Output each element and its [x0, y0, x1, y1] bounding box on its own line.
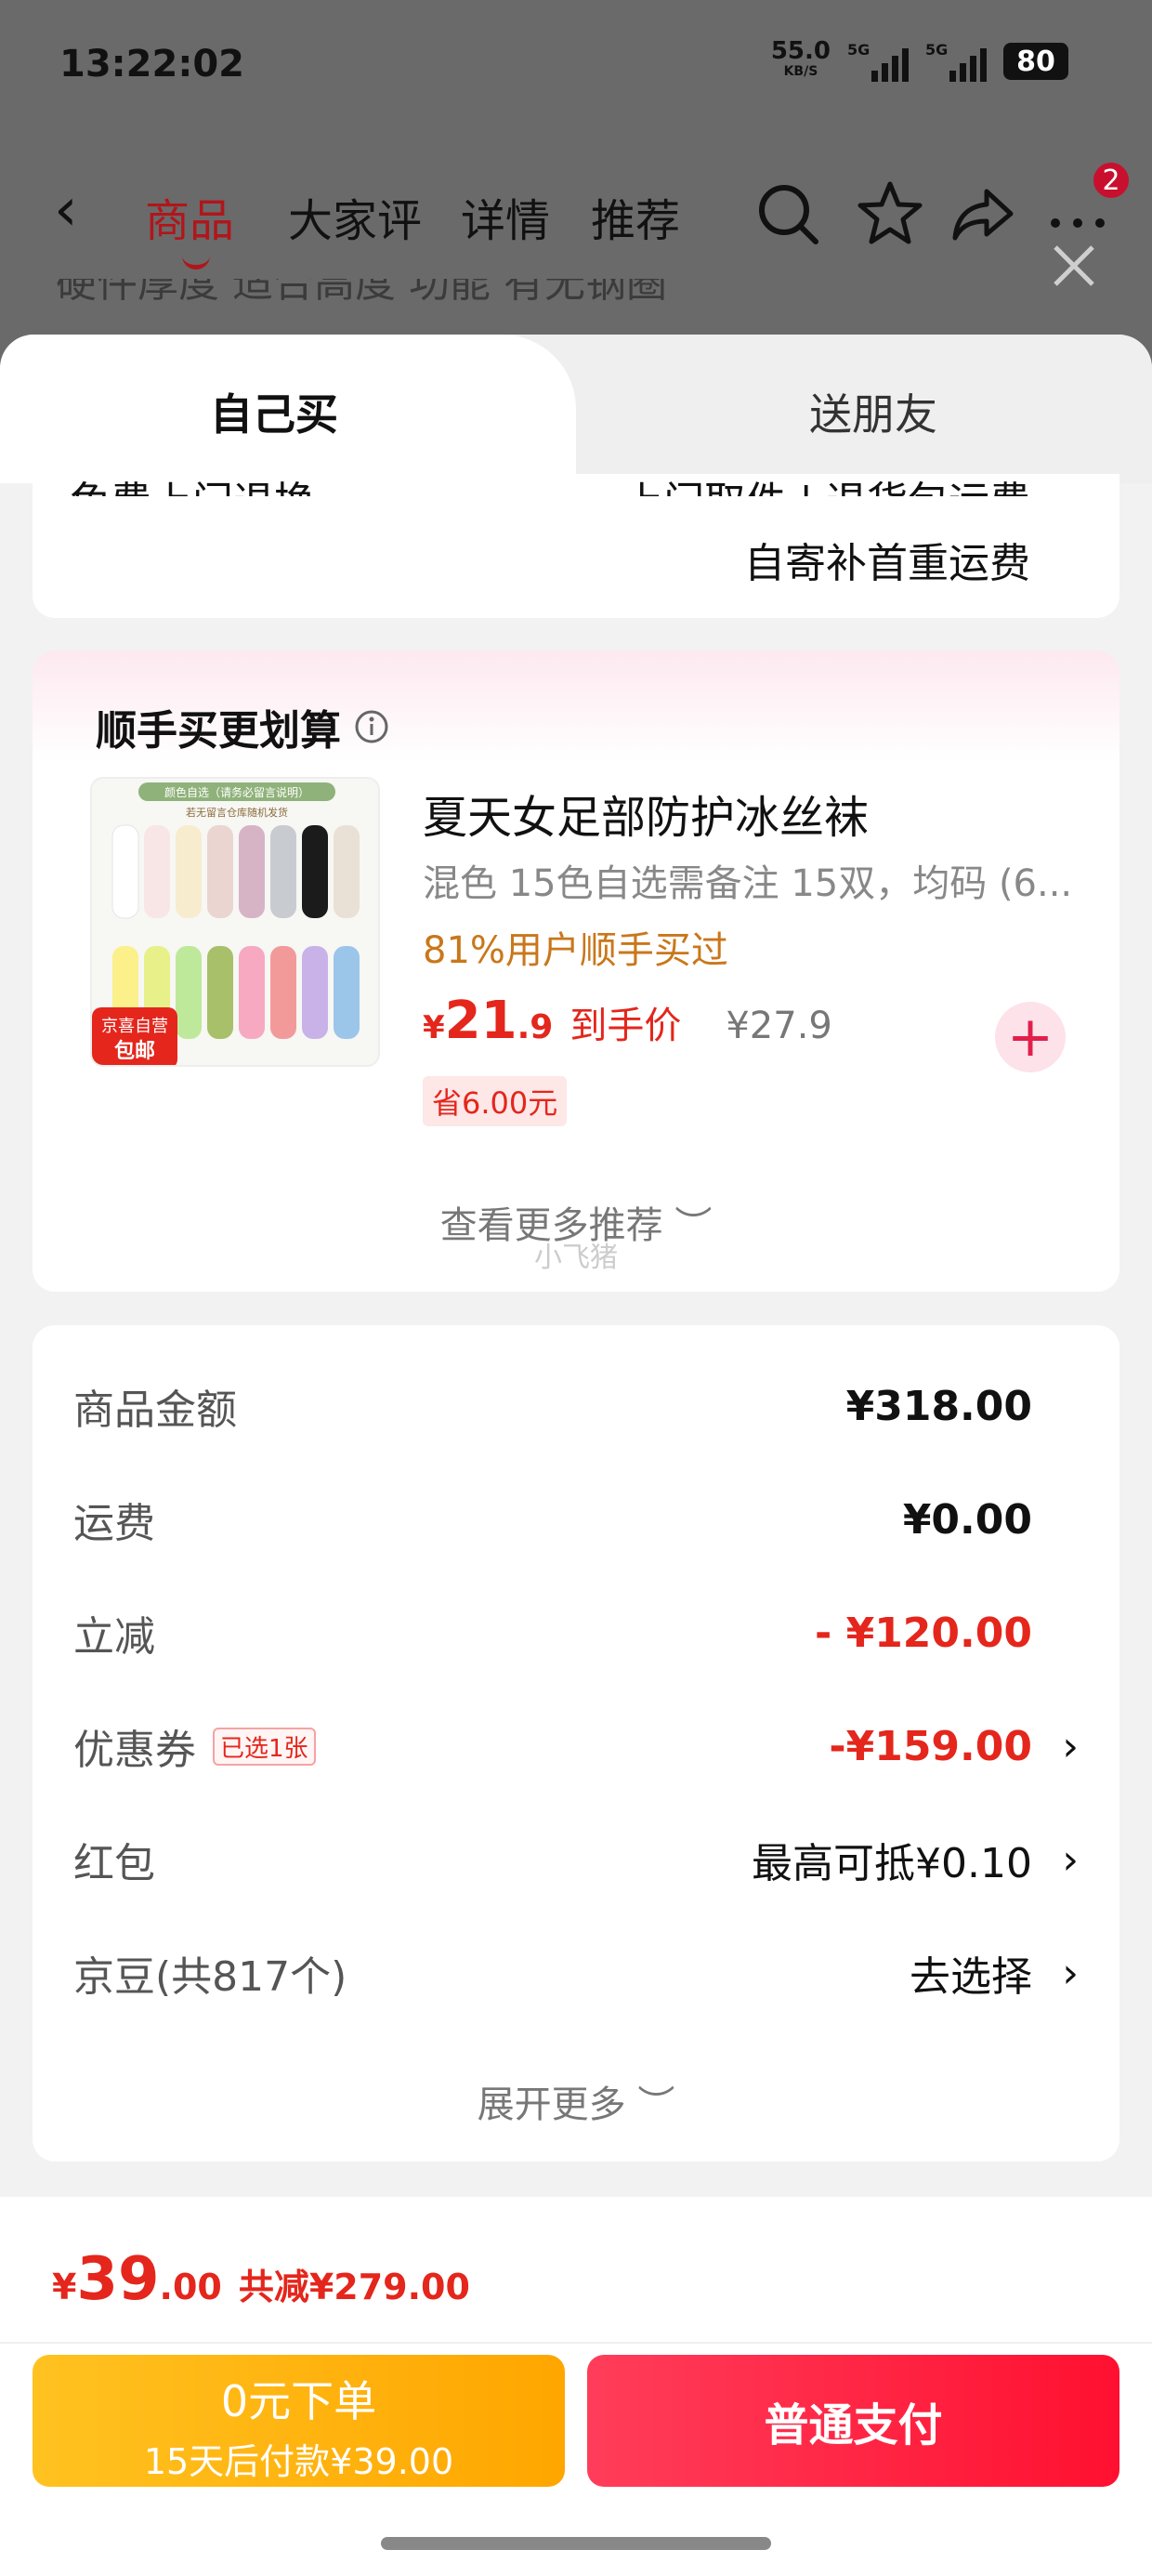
- tab-reviews[interactable]: 大家评: [288, 184, 422, 249]
- row-shipping: 运费 ¥0.00: [73, 1495, 1032, 1548]
- socks-image: 颜色自选（请务必留言说明） 若无留言仓库随机发货 京喜自营 包邮: [92, 779, 378, 1065]
- image-badge-text: 京喜自营: [101, 1017, 168, 1036]
- service-card: 免费上门退换 上门取件 | 退货包运费 自寄补首重运费: [33, 474, 1119, 618]
- addon-save-badge: 省6.00元: [423, 1076, 568, 1126]
- row-red-packet[interactable]: 红包 最高可抵¥0.10 ›: [73, 1827, 1079, 1892]
- watermark: 小飞猪: [534, 1242, 618, 1274]
- addon-price-tag: 到手价: [569, 1005, 682, 1047]
- service-partial-right: 上门取件 | 退货包运费: [622, 468, 1030, 496]
- addon-buy-stat: 81%用户顺手买过: [423, 929, 728, 972]
- service-partial-left: 免费上门退换: [70, 468, 315, 496]
- info-icon[interactable]: [354, 709, 389, 744]
- coupon-selected-chip: 已选1张: [213, 1727, 316, 1766]
- normal-pay-button[interactable]: 普通支付: [587, 2355, 1119, 2487]
- tab-buy-self[interactable]: 自己买: [0, 381, 548, 442]
- shipping-note: 自寄补首重运费: [744, 540, 1030, 587]
- product-image[interactable]: 颜色自选（请务必留言说明） 若无留言仓库随机发货 京喜自营 包邮: [90, 777, 380, 1067]
- addon-price-row: ¥21.9 到手价 ¥27.9: [423, 991, 832, 1051]
- total-saved: 共减¥279.00: [238, 2267, 470, 2307]
- status-bar: 13:22:02 55.0 KB/S 5G 5G 80: [0, 0, 1152, 139]
- row-instant-discount: 立减 - ¥120.00: [73, 1609, 1032, 1662]
- search-icon[interactable]: [751, 177, 825, 251]
- tab-details[interactable]: 详情: [461, 184, 550, 249]
- chevron-right-icon: ›: [1062, 1949, 1079, 1997]
- status-indicators: 55.0 KB/S 5G 5G 80: [770, 37, 1068, 82]
- image-subheader-text: 若无留言仓库随机发货: [186, 806, 288, 819]
- add-addon-button[interactable]: +: [995, 1002, 1066, 1072]
- expand-more-link[interactable]: 展开更多 ︶: [33, 2074, 1119, 2128]
- tab-product[interactable]: 商品: [145, 184, 234, 269]
- notification-badge: 2: [1091, 160, 1132, 201]
- footer-divider: [0, 2342, 1152, 2344]
- signal-icon-2: 5G: [925, 41, 987, 82]
- row-goods-amount: 商品金额 ¥318.00: [73, 1382, 1032, 1435]
- tab-recommend[interactable]: 推荐: [591, 184, 680, 249]
- addon-original-price: ¥27.9: [726, 1005, 832, 1047]
- row-coupon[interactable]: 优惠券 已选1张 -¥159.00 ›: [73, 1714, 1079, 1779]
- addon-product-name[interactable]: 夏天女足部防护冰丝袜: [423, 781, 869, 846]
- zero-down-order-button[interactable]: 0元下单 15天后付款¥39.00: [33, 2355, 565, 2487]
- status-time: 13:22:02: [59, 43, 244, 85]
- image-header-text: 颜色自选（请务必留言说明）: [164, 785, 309, 799]
- chevron-right-icon: ›: [1062, 1722, 1079, 1770]
- battery-icon: 80: [1003, 43, 1068, 80]
- checkout-footer: ¥ 39 .00 共减¥279.00 0元下单 15天后付款¥39.00 普通支…: [0, 2197, 1152, 2576]
- addon-card: 顺手买更划算 颜色自选（请务必留言说明） 若无留言仓库随机发货 京喜自营 包邮 …: [33, 651, 1119, 1292]
- price-summary-card: 商品金额 ¥318.00 运费 ¥0.00 立减 - ¥120.00 优惠券 已选…: [33, 1325, 1119, 2162]
- signal-icon: 5G: [847, 41, 909, 82]
- back-icon[interactable]: ‹: [54, 180, 78, 240]
- chevron-right-icon: ›: [1062, 1835, 1079, 1884]
- total-price: ¥ 39 .00 共减¥279.00: [52, 2245, 470, 2314]
- addon-price: ¥21.9: [423, 991, 554, 1051]
- checkout-sheet: 自己买 送朋友 免费上门退换 上门取件 | 退货包运费 自寄补首重运费 顺手买更…: [0, 335, 1152, 2576]
- image-badge-shipping: 包邮: [114, 1039, 155, 1063]
- row-jd-beans[interactable]: 京豆(共817个) 去选择 ›: [73, 1940, 1079, 2005]
- addon-title: 顺手买更划算: [96, 697, 389, 756]
- product-nav-bar: ‹ 商品 大家评 详情 推荐: [0, 158, 1152, 269]
- network-speed: 55.0 KB/S: [770, 37, 831, 79]
- plus-icon: +: [1006, 1005, 1054, 1070]
- home-indicator[interactable]: [381, 2537, 771, 2550]
- tab-gift-friend[interactable]: 送朋友: [595, 381, 1152, 442]
- addon-product-spec[interactable]: 混色 15色自选需备注 15双，均码 (6...: [423, 853, 1073, 907]
- star-icon[interactable]: [853, 177, 927, 251]
- share-icon[interactable]: [946, 177, 1020, 251]
- background-spec-row: 硬件厚度 适合高度 功能 有无钢圈: [56, 279, 667, 307]
